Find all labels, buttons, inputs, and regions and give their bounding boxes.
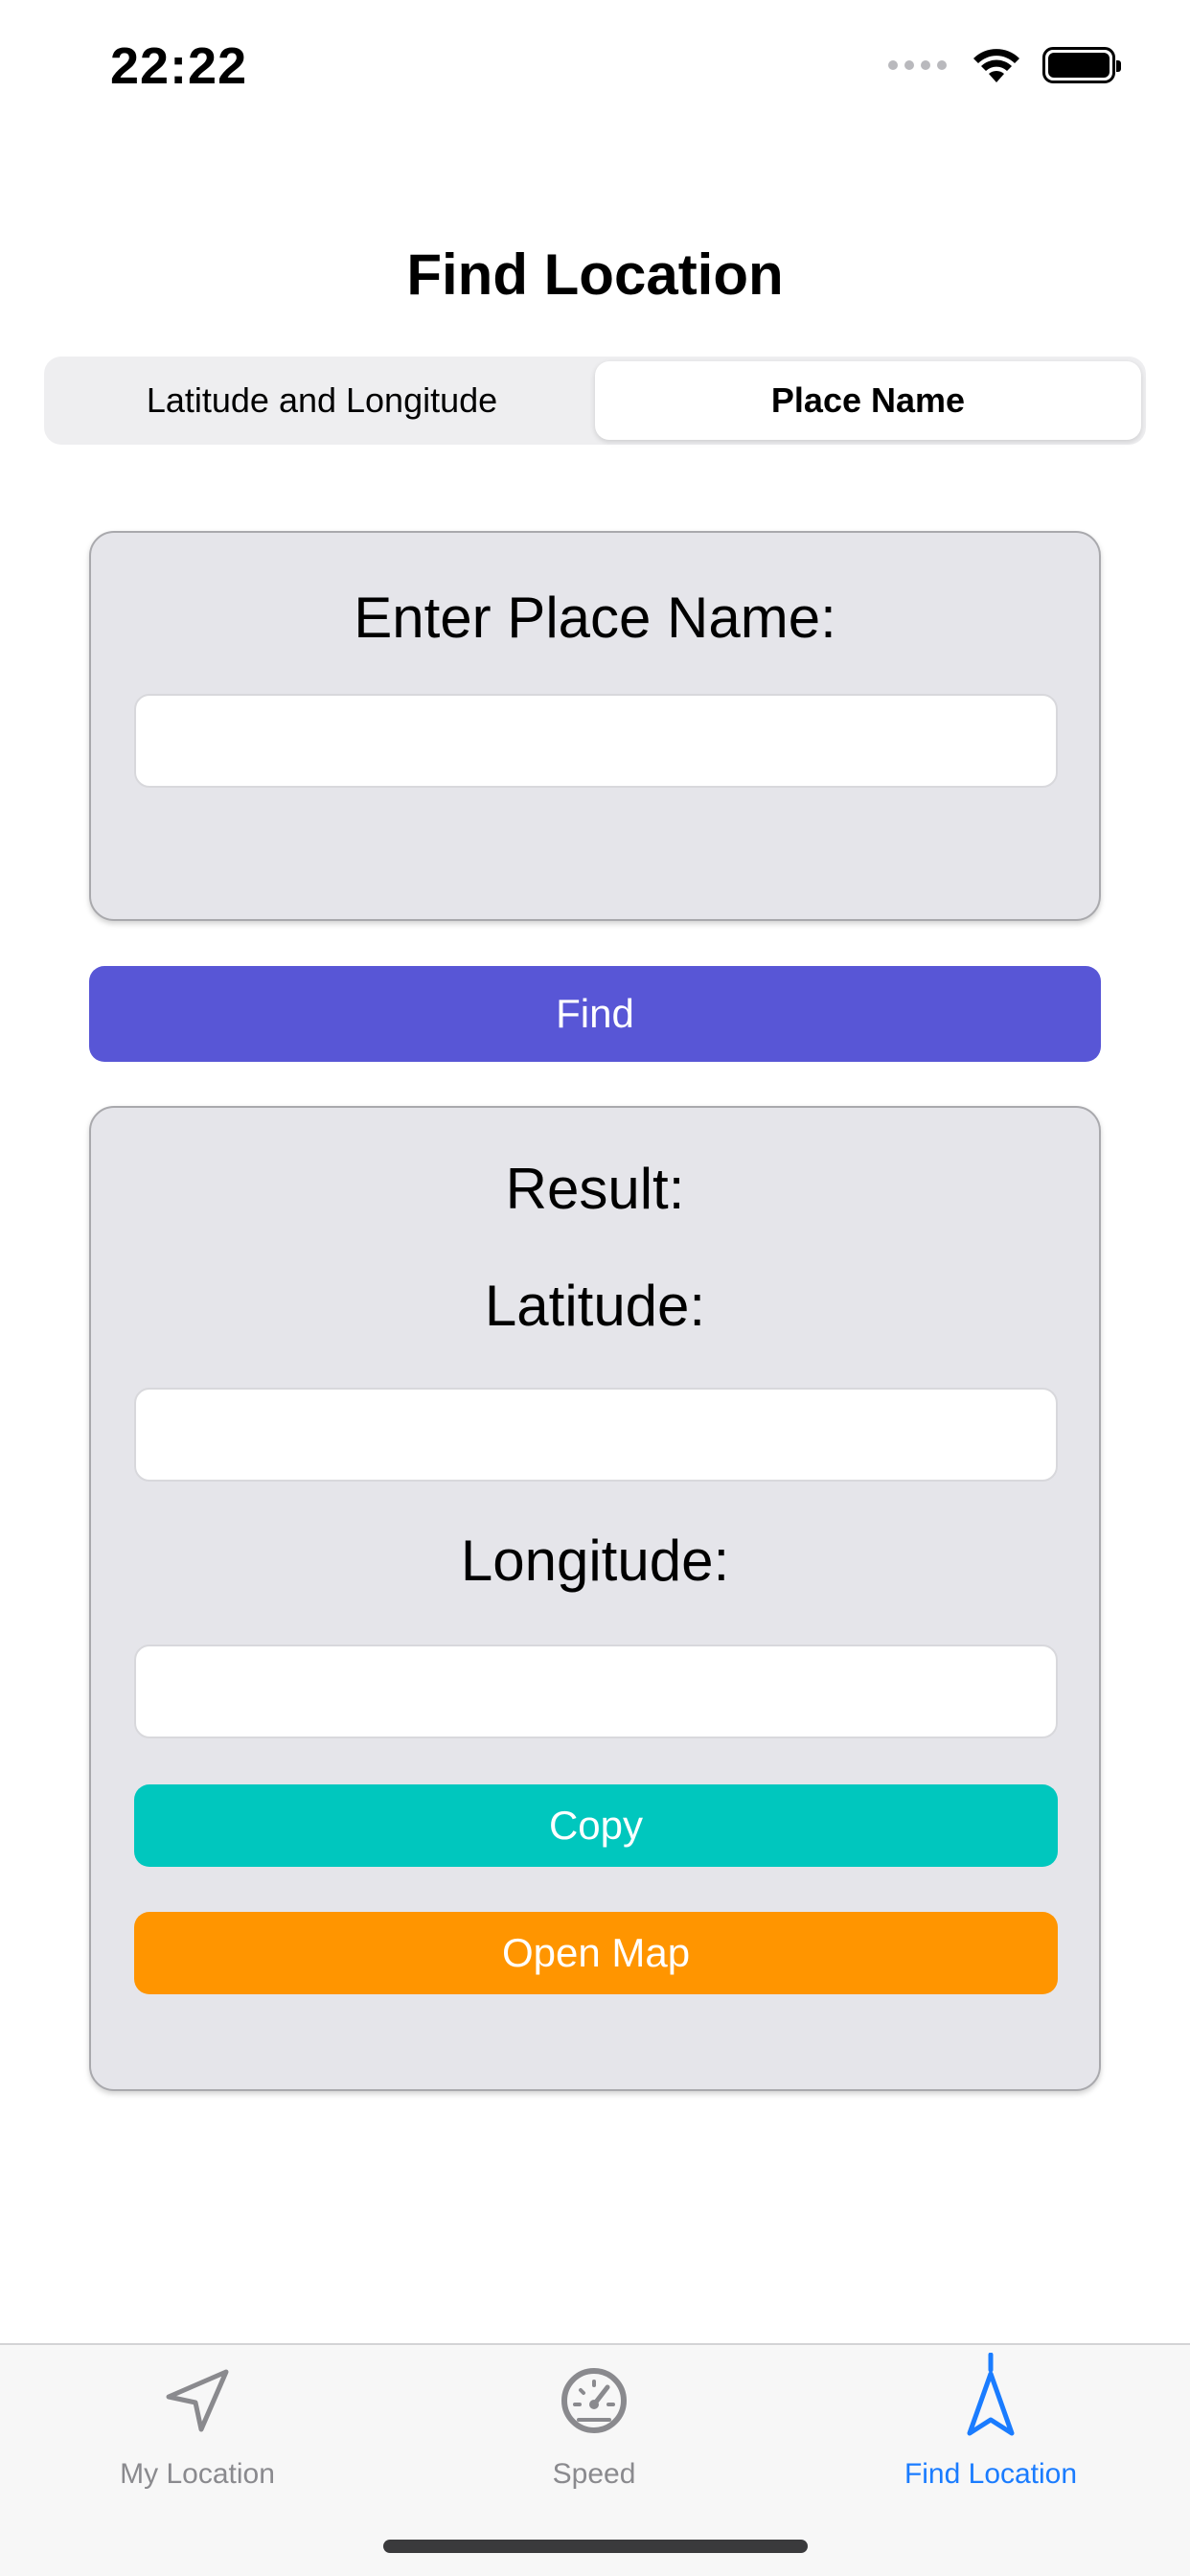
- navigation-pointer-icon: [967, 2353, 1015, 2436]
- segment-place-name[interactable]: Place Name: [595, 361, 1141, 440]
- signal-dots-icon: [888, 60, 947, 70]
- place-name-input[interactable]: [134, 694, 1058, 788]
- copy-button[interactable]: Copy: [134, 1784, 1058, 1867]
- latitude-label: Latitude:: [484, 1274, 706, 1338]
- wifi-icon: [973, 49, 1019, 82]
- mode-segmented-control: Latitude and Longitude Place Name: [44, 356, 1146, 445]
- find-button[interactable]: Find: [89, 966, 1101, 1062]
- status-icons: [888, 46, 1121, 84]
- status-time: 22:22: [110, 37, 248, 95]
- tab-my-location[interactable]: My Location: [54, 2345, 341, 2508]
- place-input-heading: Enter Place Name:: [354, 586, 836, 650]
- tab-my-location-label: My Location: [120, 2458, 275, 2490]
- tab-find-location-label: Find Location: [904, 2458, 1078, 2490]
- tab-speed[interactable]: Speed: [450, 2345, 738, 2508]
- place-input-card: Enter Place Name:: [89, 531, 1101, 921]
- longitude-label: Longitude:: [460, 1529, 730, 1593]
- location-arrow-icon: [166, 2369, 229, 2432]
- battery-icon: [1042, 47, 1121, 83]
- tab-find-location[interactable]: Find Location: [847, 2345, 1134, 2508]
- tab-speed-label: Speed: [552, 2458, 636, 2490]
- page-title: Find Location: [406, 242, 784, 307]
- longitude-field[interactable]: [134, 1644, 1058, 1738]
- status-bar: 22:22: [0, 0, 1190, 134]
- result-card: Result: Latitude: Longitude: Copy Open M…: [89, 1106, 1101, 2091]
- segment-latitude-longitude[interactable]: Latitude and Longitude: [49, 361, 595, 440]
- result-heading: Result:: [505, 1157, 685, 1221]
- open-map-button[interactable]: Open Map: [134, 1912, 1058, 1994]
- app-screen: 22:22 Find Location Latitude and Longitu…: [0, 0, 1190, 2576]
- latitude-field[interactable]: [134, 1388, 1058, 1482]
- home-indicator: [383, 2540, 808, 2553]
- speedometer-icon: [561, 2368, 627, 2433]
